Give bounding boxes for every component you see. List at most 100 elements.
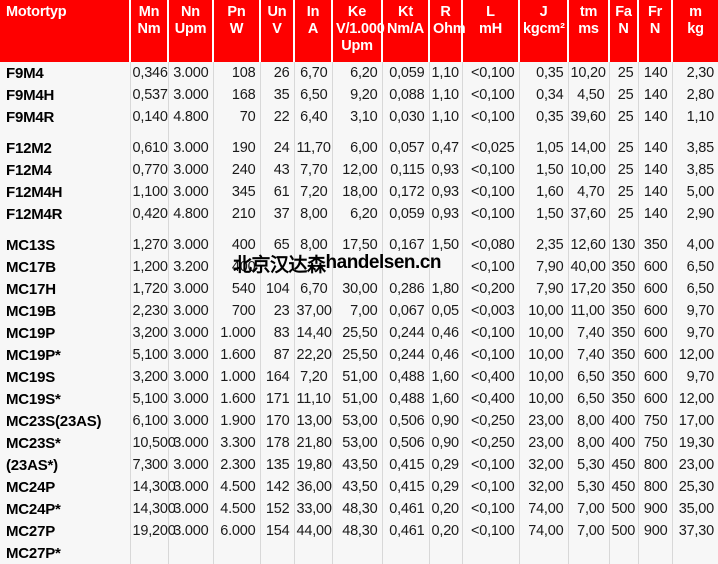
cell-mn: 2,230 [130, 300, 169, 322]
cell-l: <0,100 [462, 498, 520, 520]
cell-in: 44,00 [294, 520, 333, 542]
cell-in [294, 256, 333, 278]
cell-tm: 10,00 [568, 159, 610, 181]
cell-l: <0,100 [462, 454, 520, 476]
cell-l: <0,100 [462, 181, 520, 203]
table-row: MC24P 14,300 3.000 4.500 142 36,00 43,50 0,415 0… [0, 476, 718, 498]
cell-mn: 0,770 [130, 159, 169, 181]
cell-mn: 7,300 [130, 454, 169, 476]
cell-nn: 3.000 [168, 388, 214, 410]
cell-un: 164 [260, 366, 295, 388]
cell-ke: 30,00 [332, 278, 383, 300]
cell-pn: 70 [213, 106, 261, 128]
cell-pn: 345 [213, 181, 261, 203]
cell-r: 1,50 [429, 234, 463, 256]
column-header-nn: Nn Upm [168, 0, 214, 62]
cell-tm: 7,40 [568, 344, 610, 366]
cell-name: MC23S* [0, 432, 131, 454]
column-header-fr-line1: Fr [647, 4, 663, 20]
cell-m: 5,00 [672, 181, 718, 203]
cell-r: 0,20 [429, 498, 463, 520]
table-row: MC17B 1,200 3.200 400 <0,100 7,90 40,00 350 600 6… [0, 256, 718, 278]
cell-l: <0,100 [462, 84, 520, 106]
cell-kt: 0,059 [382, 62, 430, 84]
cell-j: 10,00 [519, 322, 569, 344]
cell-fr: 800 [638, 454, 673, 476]
cell-nn: 3.000 [168, 344, 214, 366]
cell-fa: 350 [609, 388, 639, 410]
cell-ke: 43,50 [332, 454, 383, 476]
column-header-r: R Ohm [429, 0, 466, 62]
cell-ke: 25,50 [332, 344, 383, 366]
cell-m: 4,00 [672, 234, 718, 256]
cell-fa: 450 [609, 454, 639, 476]
cell-name: MC27P [0, 520, 131, 542]
cell-un: 65 [260, 234, 295, 256]
column-header-fr: Fr N [638, 0, 673, 62]
table-row: MC19S* 5,100 3.000 1.600 171 11,10 51,00 0,488 1… [0, 388, 718, 410]
cell-r: 0,93 [429, 181, 463, 203]
cell-tm: 4,70 [568, 181, 610, 203]
cell-pn: 240 [213, 159, 261, 181]
table-row: F12M4H 1,100 3.000 345 61 7,20 18,00 0,172 0,93 <… [0, 181, 718, 203]
cell-un: 135 [260, 454, 295, 476]
cell-r: 0,46 [429, 322, 463, 344]
cell-nn: 3.000 [168, 234, 214, 256]
cell-m: 17,00 [672, 410, 718, 432]
cell-kt: 0,115 [382, 159, 430, 181]
cell-m: 1,10 [672, 106, 718, 128]
cell-fa: 130 [609, 234, 639, 256]
cell-name: MC19S [0, 366, 131, 388]
cell-mn: 0,420 [130, 203, 169, 225]
cell-in: 11,10 [294, 388, 333, 410]
cell-in: 14,40 [294, 322, 333, 344]
cell-r: 1,10 [429, 62, 463, 84]
cell-fa [609, 542, 639, 564]
cell-j: 32,00 [519, 454, 569, 476]
cell-name: F12M4R [0, 203, 131, 225]
column-header-fa-line1: Fa [615, 4, 632, 20]
table-row: F9M4H 0,537 3.000 168 35 6,50 9,20 0,088 1,10 <0,… [0, 84, 718, 106]
cell-nn: 3.000 [168, 278, 214, 300]
cell-fr: 140 [638, 62, 673, 84]
cell-r [429, 256, 463, 278]
column-header-fa: Fa N [609, 0, 639, 62]
cell-fr [638, 542, 673, 564]
cell-name: (23AS*) [0, 454, 131, 476]
cell-kt [382, 542, 430, 564]
cell-un: 37 [260, 203, 295, 225]
cell-ke: 51,00 [332, 366, 383, 388]
cell-fa: 350 [609, 322, 639, 344]
cell-l: <0,100 [462, 203, 520, 225]
cell-pn: 3.300 [213, 432, 261, 454]
cell-j: 1,50 [519, 203, 569, 225]
cell-kt [382, 256, 430, 278]
column-header-pn-line1: Pn [227, 4, 246, 20]
cell-nn: 3.000 [168, 300, 214, 322]
cell-name: F12M2 [0, 137, 131, 159]
column-header-l-line2: mH [479, 21, 502, 37]
cell-pn: 190 [213, 137, 261, 159]
cell-in: 6,50 [294, 84, 333, 106]
cell-fa: 25 [609, 106, 639, 128]
cell-j: 0,35 [519, 62, 569, 84]
table-row: F12M4 0,770 3.000 240 43 7,70 12,00 0,115 0,93 <0… [0, 159, 718, 181]
cell-fr: 600 [638, 322, 673, 344]
column-header-mn-line2: Nm [137, 21, 161, 37]
cell-l: <0,100 [462, 159, 520, 181]
cell-r: 0,93 [429, 203, 463, 225]
cell-un: 142 [260, 476, 295, 498]
cell-j: 1,60 [519, 181, 569, 203]
cell-pn: 108 [213, 62, 261, 84]
cell-fr: 140 [638, 106, 673, 128]
cell-r: 0,90 [429, 410, 463, 432]
cell-in: 6,40 [294, 106, 333, 128]
cell-mn: 1,100 [130, 181, 169, 203]
column-header-r-line1: R [440, 4, 451, 20]
cell-nn: 3.000 [168, 432, 214, 454]
cell-l: <0,100 [462, 256, 520, 278]
cell-fr: 750 [638, 410, 673, 432]
cell-mn: 14,300 [130, 498, 176, 520]
cell-r [429, 542, 463, 564]
cell-nn: 3.000 [168, 322, 214, 344]
